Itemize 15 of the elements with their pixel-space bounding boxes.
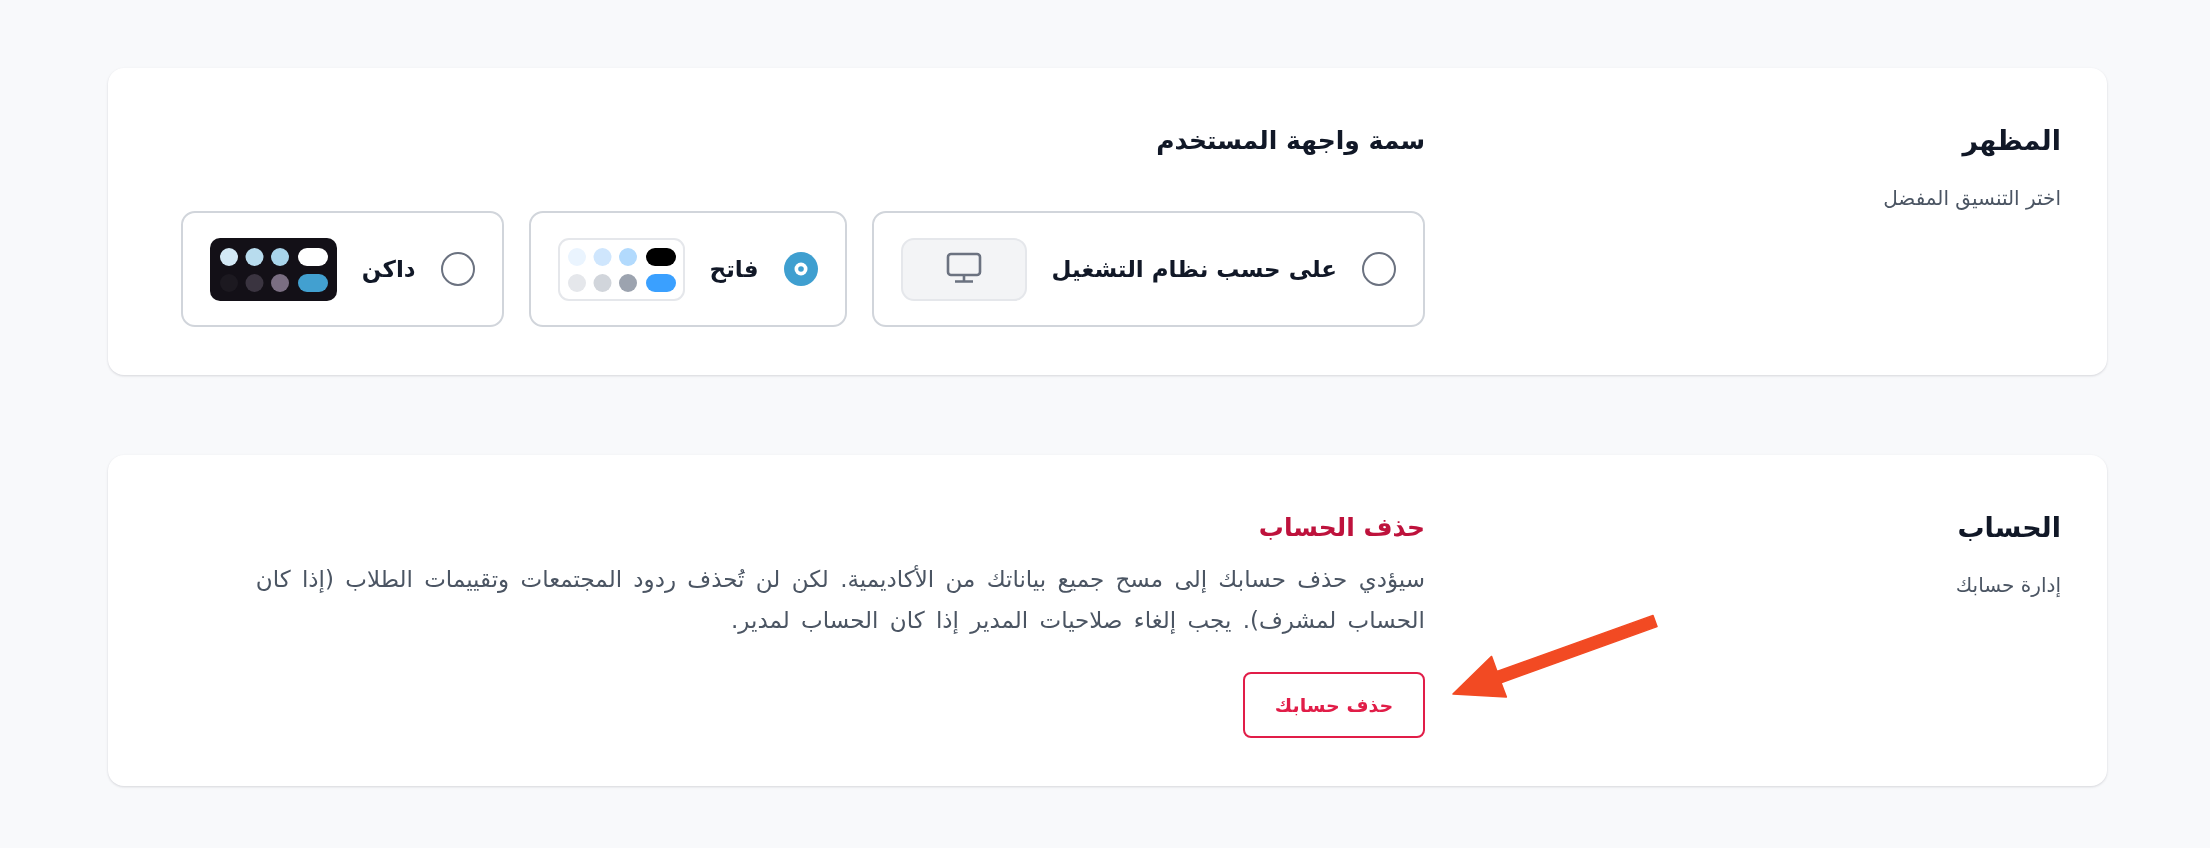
delete-account-button[interactable]: حذف حسابك — [1243, 672, 1425, 738]
section-title: المظهر — [1960, 124, 2061, 159]
monitor-icon — [900, 237, 1027, 301]
radio-button[interactable] — [783, 252, 818, 286]
theme-option[interactable]: على حسب نظام التشغيل — [871, 211, 1425, 327]
radio-button[interactable] — [1362, 252, 1396, 286]
radio-button[interactable] — [440, 252, 475, 286]
section-heading: سمة واجهة المستخدم — [1155, 125, 1425, 157]
section-subtitle: اختر التنسيق المفضل — [1882, 185, 2061, 212]
section-subtitle: إدارة حسابك — [1954, 572, 2061, 599]
section-title: الحساب — [1956, 511, 2061, 545]
section-heading: حذف الحساب — [1257, 512, 1425, 544]
theme-option[interactable]: فاتح — [528, 211, 847, 327]
theme-option[interactable]: داكن — [180, 211, 504, 327]
warning-paragraph: سيؤدي حذف حسابك إلى مسح جميع بياناتك من الأكاديمية. لكن لن تُحذف ردود المجتمعات وتقييمات الطلاب (إذا كان الحساب لمشرف). يجب إلغاء صلاحيات المدير إذا كان الحساب لمدير. — [254, 564, 1425, 636]
